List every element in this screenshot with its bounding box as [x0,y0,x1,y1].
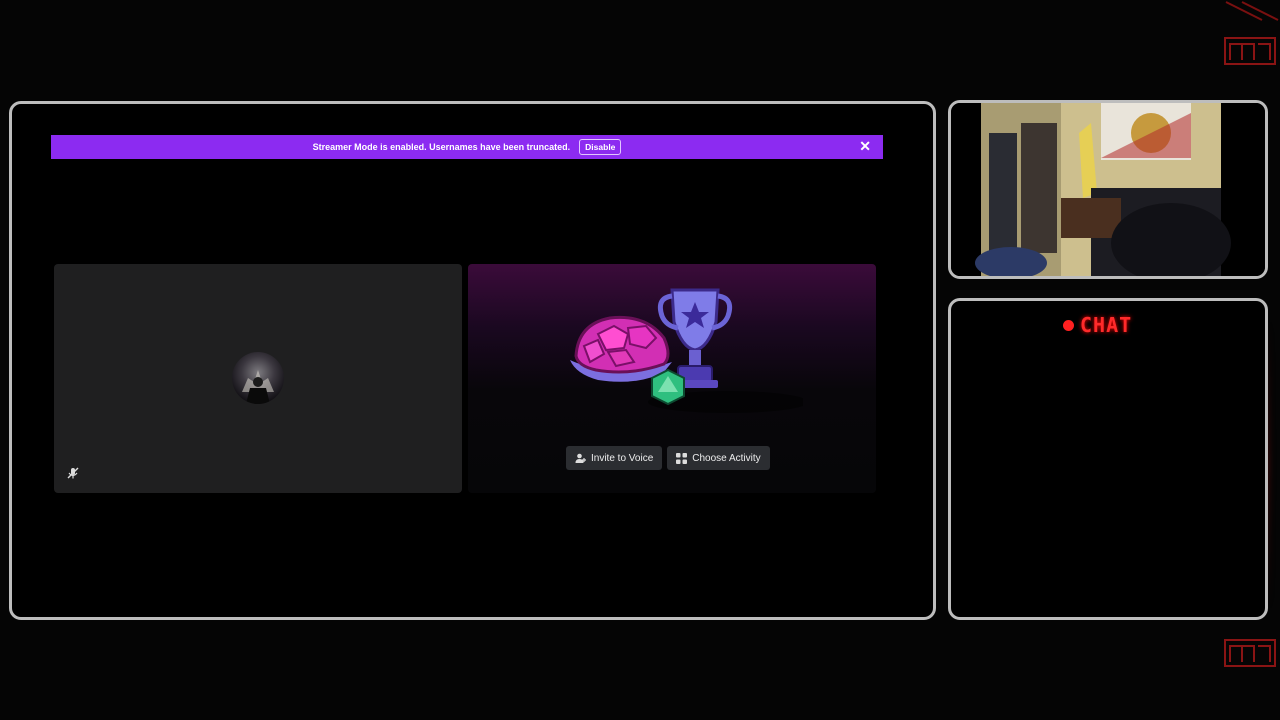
webcam-feed [951,103,1265,276]
chat-title: CHAT [1080,313,1133,337]
choose-activity-button[interactable]: Choose Activity [667,446,770,470]
overlay-deco-bottom-icon [1224,639,1276,667]
disable-streamer-mode-button[interactable]: Disable [579,139,622,155]
mic-off-icon [67,467,79,479]
overlay-deco-top-icon [1224,1,1279,65]
grid-icon [676,452,688,464]
voice-channel-panel: Streamer Mode is enabled. Usernames have… [9,101,936,620]
activity-tile: Invite to Voice Choose Activity [468,264,876,493]
person-add-icon [575,453,586,463]
banner-message: Streamer Mode is enabled. Usernames have… [312,142,571,152]
chat-panel: CHAT [948,298,1268,620]
choose-activity-label: Choose Activity [692,452,761,464]
webcam-panel [948,100,1268,279]
user-avatar [232,352,284,404]
close-banner-icon[interactable]: ✕ [859,139,871,153]
live-dot-icon [1063,319,1074,331]
activity-illustration [570,288,803,413]
streamer-mode-banner: Streamer Mode is enabled. Usernames have… [51,135,883,159]
invite-to-voice-label: Invite to Voice [591,452,654,464]
chat-header: CHAT [1063,313,1132,337]
invite-to-voice-button[interactable]: Invite to Voice [566,446,663,470]
voice-user-tile[interactable] [54,264,462,493]
